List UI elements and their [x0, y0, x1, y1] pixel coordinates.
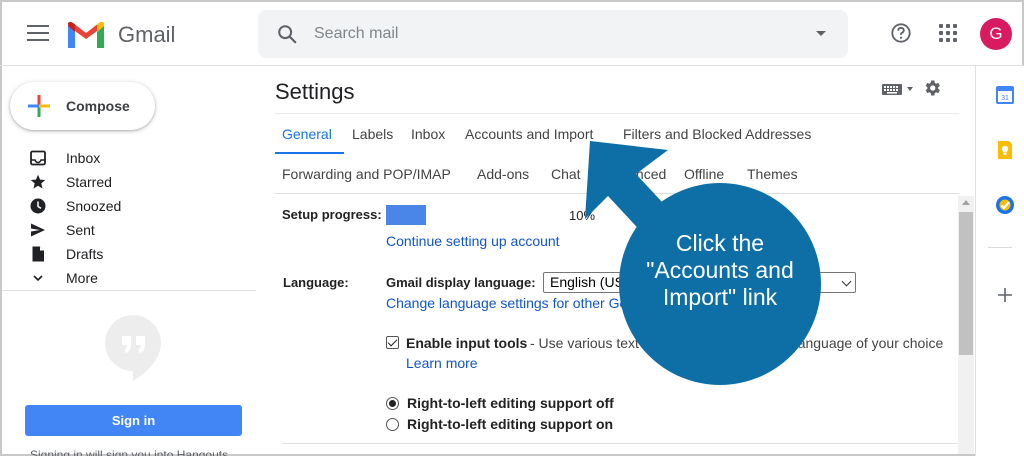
main-menu-icon[interactable]	[27, 25, 49, 41]
search-bar[interactable]	[258, 10, 848, 58]
clock-icon	[30, 198, 46, 214]
plus-icon	[28, 95, 50, 117]
sidebar-item-snoozed[interactable]: Snoozed	[0, 194, 256, 218]
language-label: Language:	[283, 275, 349, 290]
input-tools-label: Enable input tools	[406, 335, 528, 351]
compose-label: Compose	[66, 98, 130, 114]
rtl-off-label: Right-to-left editing support off	[407, 395, 614, 411]
sidebar-divider	[2, 290, 256, 291]
gear-icon[interactable]	[922, 78, 942, 98]
display-language-label: Gmail display language:	[386, 275, 536, 290]
app-name: Gmail	[118, 22, 176, 47]
sidebar-item-drafts[interactable]: Drafts	[0, 242, 256, 266]
sidebar-item-more[interactable]: More	[0, 266, 256, 290]
side-panel	[975, 66, 1024, 456]
tab-labels[interactable]: Labels	[352, 126, 393, 142]
setup-progress-fill	[386, 205, 426, 225]
side-panel-divider	[988, 247, 1012, 248]
tab-forwarding-and-pop-imap[interactable]: Forwarding and POP/IMAP	[282, 166, 451, 182]
setup-progress-bar	[386, 205, 596, 225]
help-icon[interactable]	[890, 22, 912, 44]
hangouts-sign-in-note: Signing in will sign you into Hangouts	[30, 448, 229, 456]
settings-tabs-row-2: Forwarding and POP/IMAP Add-ons Chat Adv…	[275, 154, 959, 194]
tab-chat[interactable]: Chat	[551, 166, 581, 182]
display-language-value: English (US)	[550, 274, 629, 290]
account-avatar[interactable]: G	[980, 18, 1012, 50]
rtl-on-label: Right-to-left editing support on	[407, 416, 614, 432]
tab-accounts-and-import[interactable]: Accounts and Import	[465, 126, 593, 142]
settings-tabs-row-1: General Labels Inbox Accounts and Import…	[275, 114, 965, 154]
apps-grid-icon[interactable]	[939, 24, 957, 42]
keep-icon[interactable]	[994, 139, 1016, 161]
svg-text:31: 31	[1001, 95, 1009, 102]
add-addon-plus-icon[interactable]	[994, 284, 1016, 306]
draft-icon	[32, 246, 44, 262]
calendar-icon[interactable]: 31	[994, 84, 1016, 106]
setup-progress-label: Setup progress:	[282, 207, 382, 222]
send-icon	[31, 223, 45, 237]
tab-offline[interactable]: Offline	[684, 166, 724, 182]
continue-setup-link[interactable]: Continue setting up account	[386, 233, 560, 249]
inbox-icon	[30, 150, 46, 166]
rtl-off-radio[interactable]	[386, 397, 399, 410]
top-bar: Gmail G	[0, 0, 1024, 66]
tab-advanced[interactable]: Advanced	[604, 166, 666, 182]
learn-more-link[interactable]: Learn more	[406, 355, 478, 371]
hangouts-sign-in-button[interactable]: Sign in	[25, 405, 242, 436]
callout-text: Click the "Accounts and Import" link	[646, 230, 794, 310]
sidebar-nav: Inbox Starred Snoozed Sent Drafts More	[0, 146, 256, 290]
hangouts-icon	[105, 315, 161, 381]
enable-input-tools-checkbox[interactable]	[386, 336, 399, 349]
search-options-icon[interactable]	[816, 31, 826, 36]
input-tools-description: - Use various text input tools to type i…	[530, 335, 944, 351]
section-divider	[282, 443, 958, 444]
page-title: Settings	[275, 79, 355, 104]
setup-progress-percent: 10%	[569, 208, 596, 223]
tasks-icon[interactable]	[994, 194, 1016, 216]
keyboard-icon[interactable]	[882, 82, 916, 96]
scroll-up-arrow-icon[interactable]	[962, 200, 970, 205]
scrollbar-thumb[interactable]	[959, 212, 973, 355]
gmail-logo-icon[interactable]	[66, 20, 106, 50]
chevron-down-icon	[33, 275, 43, 282]
compose-button[interactable]: Compose	[10, 82, 155, 130]
sidebar-item-inbox[interactable]: Inbox	[0, 146, 256, 170]
tab-themes[interactable]: Themes	[747, 166, 798, 182]
search-input[interactable]	[314, 22, 774, 46]
star-icon	[30, 174, 46, 189]
tab-inbox[interactable]: Inbox	[411, 126, 445, 142]
tab-filters-and-blocked-addresses[interactable]: Filters and Blocked Addresses	[623, 126, 811, 142]
search-icon[interactable]	[276, 23, 298, 45]
tab-add-ons[interactable]: Add-ons	[477, 166, 529, 182]
rtl-on-radio[interactable]	[386, 418, 399, 431]
sidebar-item-sent[interactable]: Sent	[0, 218, 256, 242]
sidebar-item-starred[interactable]: Starred	[0, 170, 256, 194]
select-chevron-icon	[841, 276, 852, 287]
tab-general[interactable]: General	[282, 126, 332, 142]
